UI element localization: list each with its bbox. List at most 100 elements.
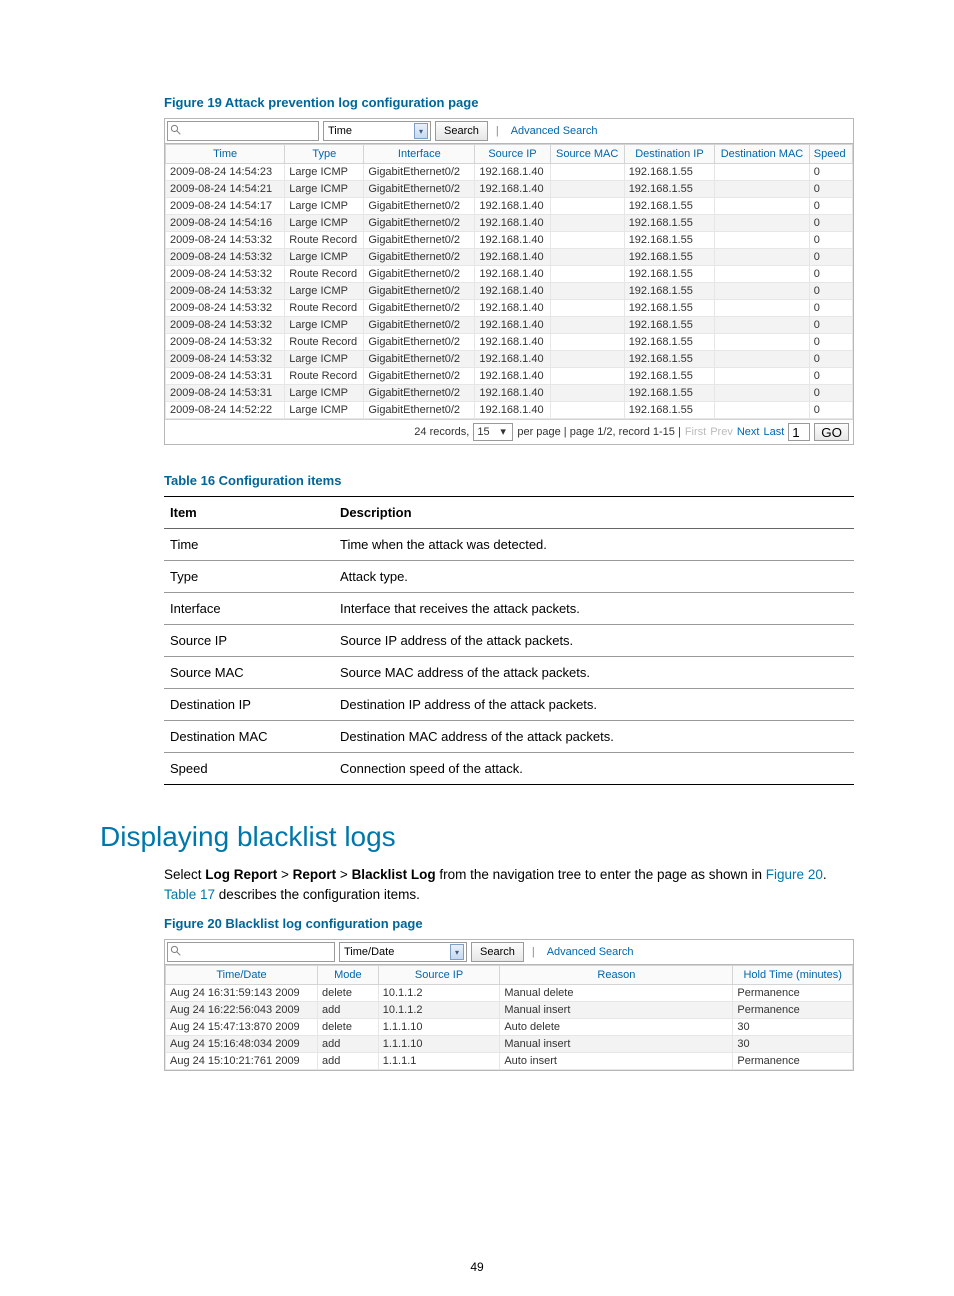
table16: Item Description TimeTime when the attac… [164, 496, 854, 785]
cell: GigabitEthernet0/2 [364, 317, 475, 334]
cell: Route Record [285, 368, 364, 385]
attack-log-col-header[interactable]: Interface [364, 145, 475, 164]
pager-page-input[interactable] [788, 423, 810, 441]
table17-xref[interactable]: Table 17 [164, 887, 215, 902]
page-number: 49 [0, 1260, 954, 1274]
cell: 10.1.1.2 [378, 985, 500, 1002]
cell: Manual insert [500, 1002, 733, 1019]
cell: 192.168.1.55 [624, 317, 714, 334]
attack-log-search-input[interactable] [167, 121, 319, 141]
cell: Destination MAC address of the attack pa… [334, 721, 854, 753]
cell: 192.168.1.55 [624, 232, 714, 249]
cell: 192.168.1.55 [624, 181, 714, 198]
cell [715, 181, 810, 198]
table-row: SpeedConnection speed of the attack. [164, 753, 854, 785]
cell: 2009-08-24 14:54:17 [166, 198, 285, 215]
table-row: Source MACSource MAC address of the atta… [164, 657, 854, 689]
cell: 0 [809, 300, 852, 317]
blacklist-advanced-search-link[interactable]: Advanced Search [547, 946, 634, 958]
blacklist-col-header[interactable]: Hold Time (minutes) [733, 966, 853, 985]
figure20-xref[interactable]: Figure 20 [766, 867, 823, 882]
cell: Auto delete [500, 1019, 733, 1036]
cell: Time [164, 529, 334, 561]
pager-go-button[interactable]: GO [814, 423, 849, 441]
pager-per-page-text: per page | page 1/2, record 1-15 | [517, 426, 681, 438]
attack-log-table: TimeTypeInterfaceSource IPSource MACDest… [165, 144, 853, 419]
cell: GigabitEthernet0/2 [364, 300, 475, 317]
cell: 1.1.1.10 [378, 1036, 500, 1053]
cell: 2009-08-24 14:54:23 [166, 164, 285, 181]
cell [550, 266, 624, 283]
cell: 192.168.1.40 [475, 385, 550, 402]
cell: Aug 24 15:47:13:870 2009 [166, 1019, 318, 1036]
attack-log-col-header[interactable]: Destination IP [624, 145, 714, 164]
blacklist-col-header[interactable]: Reason [500, 966, 733, 985]
cell [550, 351, 624, 368]
cell: 2009-08-24 14:53:31 [166, 368, 285, 385]
chevron-down-icon: ▾ [414, 123, 428, 139]
heading-displaying-blacklist-logs: Displaying blacklist logs [100, 821, 854, 853]
blacklist-col-header[interactable]: Time/Date [166, 966, 318, 985]
attack-log-ui: Time ▾ Search | Advanced Search TimeType… [164, 118, 854, 445]
cell: 192.168.1.40 [475, 215, 550, 232]
cell [715, 351, 810, 368]
figure20-caption: Figure 20 Blacklist log configuration pa… [164, 916, 854, 931]
table-row: 2009-08-24 14:52:22Large ICMPGigabitEthe… [166, 402, 853, 419]
cell [715, 368, 810, 385]
cell: Route Record [285, 266, 364, 283]
pager-first[interactable]: First [685, 426, 706, 438]
attack-log-col-header[interactable]: Destination MAC [715, 145, 810, 164]
pager-next[interactable]: Next [737, 426, 760, 438]
cell: 192.168.1.55 [624, 385, 714, 402]
cell: delete [317, 1019, 378, 1036]
cell: GigabitEthernet0/2 [364, 232, 475, 249]
attack-log-field-select[interactable]: Time ▾ [323, 121, 431, 141]
cell: GigabitEthernet0/2 [364, 164, 475, 181]
blacklist-search-button[interactable]: Search [471, 942, 524, 962]
cell: 192.168.1.55 [624, 249, 714, 266]
cell: 192.168.1.40 [475, 266, 550, 283]
blacklist-search-input[interactable] [167, 942, 335, 962]
table-row: 2009-08-24 14:54:16Large ICMPGigabitEthe… [166, 215, 853, 232]
cell [715, 283, 810, 300]
attack-log-col-header[interactable]: Speed [809, 145, 852, 164]
pager-prev[interactable]: Prev [710, 426, 733, 438]
cell: Manual delete [500, 985, 733, 1002]
cell: Manual insert [500, 1036, 733, 1053]
attack-log-col-header[interactable]: Type [285, 145, 364, 164]
table-row: InterfaceInterface that receives the att… [164, 593, 854, 625]
cell: Speed [164, 753, 334, 785]
blacklist-col-header[interactable]: Source IP [378, 966, 500, 985]
attack-log-search-button[interactable]: Search [435, 121, 488, 141]
attack-log-col-header[interactable]: Time [166, 145, 285, 164]
attack-log-col-header[interactable]: Source IP [475, 145, 550, 164]
cell: 0 [809, 232, 852, 249]
attack-log-advanced-search-link[interactable]: Advanced Search [511, 125, 598, 137]
cell: add [317, 1002, 378, 1019]
table-row: Destination IPDestination IP address of … [164, 689, 854, 721]
cell: 2009-08-24 14:53:32 [166, 266, 285, 283]
cell: 192.168.1.40 [475, 181, 550, 198]
cell: Aug 24 16:22:56:043 2009 [166, 1002, 318, 1019]
pager-last[interactable]: Last [763, 426, 784, 438]
blacklist-log-table: Time/DateModeSource IPReasonHold Time (m… [165, 965, 853, 1070]
cell: Destination IP address of the attack pac… [334, 689, 854, 721]
cell: 0 [809, 368, 852, 385]
cell: 2009-08-24 14:53:32 [166, 249, 285, 266]
blacklist-field-select[interactable]: Time/Date ▾ [339, 942, 467, 962]
cell: GigabitEthernet0/2 [364, 249, 475, 266]
blacklist-col-header[interactable]: Mode [317, 966, 378, 985]
attack-log-col-header[interactable]: Source MAC [550, 145, 624, 164]
cell: Source IP [164, 625, 334, 657]
table16-header-desc: Description [334, 497, 854, 529]
cell: 192.168.1.40 [475, 317, 550, 334]
cell [550, 283, 624, 300]
cell [715, 215, 810, 232]
table-row: Aug 24 15:47:13:870 2009delete1.1.1.10Au… [166, 1019, 853, 1036]
cell [715, 164, 810, 181]
cell: GigabitEthernet0/2 [364, 215, 475, 232]
pager-per-page-select[interactable]: 15 ▾ [473, 423, 513, 441]
cell: delete [317, 985, 378, 1002]
table16-caption: Table 16 Configuration items [164, 473, 854, 488]
cell: 192.168.1.40 [475, 351, 550, 368]
